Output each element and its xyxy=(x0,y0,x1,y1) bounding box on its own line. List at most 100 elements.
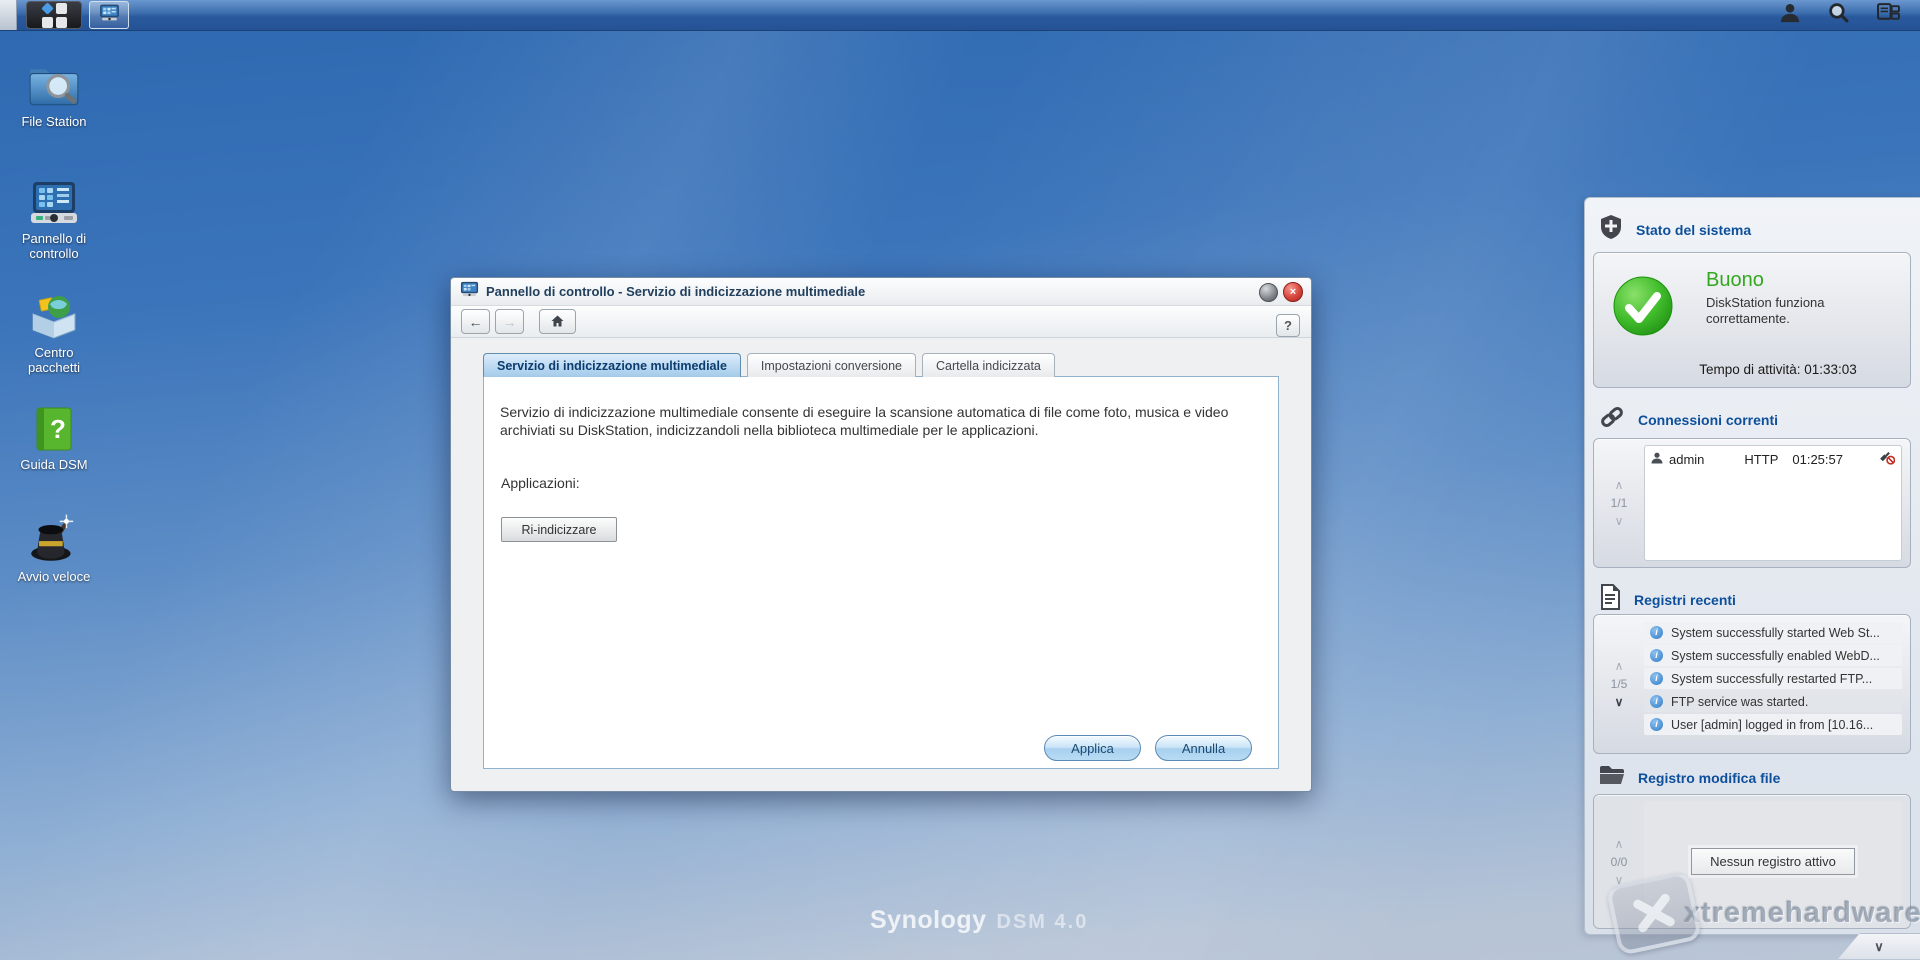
desktop-icon-file-station[interactable]: File Station xyxy=(0,55,108,130)
widget-title: Connessioni correnti xyxy=(1638,411,1779,428)
tab-indexed-folder[interactable]: Cartella indicizzata xyxy=(921,353,1055,377)
folder-icon xyxy=(1599,764,1625,791)
document-icon xyxy=(1599,584,1621,615)
svg-text:?: ? xyxy=(50,414,66,444)
desktop-icon-control-panel[interactable]: Pannello di controllo xyxy=(0,172,108,262)
desktop-icon-label: Pannello di controllo xyxy=(21,231,87,261)
widget-title: Registro modifica file xyxy=(1638,769,1781,786)
apply-button[interactable]: Applica xyxy=(1044,735,1141,761)
show-desktop-button[interactable] xyxy=(0,0,17,30)
connection-protocol: HTTP xyxy=(1744,451,1779,467)
home-button[interactable] xyxy=(539,309,576,334)
info-icon: i xyxy=(1650,626,1663,639)
page-down-icon[interactable]: ∨ xyxy=(1615,874,1624,886)
connection-row[interactable]: admin HTTP 01:25:57 xyxy=(1645,446,1901,472)
desktop-icon-package-center[interactable]: Centro pacchetti xyxy=(0,286,108,376)
file-log-box: ∧ 0/0 ∨ Nessun registro attivo xyxy=(1593,794,1911,929)
control-panel-icon xyxy=(0,172,108,228)
search-icon xyxy=(1828,2,1849,28)
log-text: System successfully started Web St... xyxy=(1671,625,1880,640)
reindex-button[interactable]: Ri-indicizzare xyxy=(501,517,617,542)
log-row[interactable]: i FTP service was started. xyxy=(1644,691,1902,712)
page-up-icon[interactable]: ∧ xyxy=(1615,660,1624,672)
taskbar-control-panel-button[interactable] xyxy=(89,1,129,29)
desktop-icon-quick-start[interactable]: Avvio veloce xyxy=(0,510,108,585)
desktop-icon-dsm-help[interactable]: ? Guida DSM xyxy=(0,398,108,473)
page-up-icon[interactable]: ∧ xyxy=(1615,838,1624,850)
window-toolbar: ← → xyxy=(451,306,1311,338)
connections-box: ∧ 1/1 ∨ admin HTTP 01:25:57 xyxy=(1593,438,1911,568)
connection-time: 01:25:57 xyxy=(1792,451,1843,467)
back-button[interactable]: ← xyxy=(461,309,490,334)
no-active-log-message: Nessun registro attivo xyxy=(1691,848,1855,875)
user-account-button[interactable] xyxy=(1780,3,1800,28)
cancel-button[interactable]: Annulla xyxy=(1155,735,1252,761)
window-title-icon xyxy=(460,281,479,302)
connections-pager: ∧ 1/1 ∨ xyxy=(1594,439,1644,567)
file-station-icon xyxy=(0,55,108,111)
log-text: FTP service was started. xyxy=(1671,694,1809,709)
info-icon: i xyxy=(1650,695,1663,708)
forward-button[interactable]: → xyxy=(495,309,524,334)
brand-name: Synology xyxy=(870,906,987,934)
file-log-pager: ∧ 0/0 ∨ xyxy=(1594,795,1644,928)
log-row[interactable]: i System successfully restarted FTP... xyxy=(1644,668,1902,689)
desktop-icon-label: Guida DSM xyxy=(20,457,88,472)
connection-user: admin xyxy=(1669,451,1705,467)
widget-title: Stato del sistema xyxy=(1636,221,1752,238)
pilot-view-button[interactable] xyxy=(1877,3,1900,27)
user-mini-icon xyxy=(1651,452,1663,467)
chevron-down-icon: ∨ xyxy=(1874,938,1884,954)
back-arrow-icon: ← xyxy=(468,313,483,330)
log-row[interactable]: i System successfully enabled WebD... xyxy=(1644,645,1902,666)
file-log-header: Registro modifica file xyxy=(1599,764,1780,791)
search-button[interactable] xyxy=(1828,2,1849,28)
desktop-icon-label: Centro pacchetti xyxy=(27,345,81,375)
window-titlebar[interactable]: Pannello di controllo - Servizio di indi… xyxy=(451,278,1311,306)
applications-label: Applicazioni: xyxy=(501,475,580,491)
log-text: User [admin] logged in from [10.16... xyxy=(1671,717,1874,732)
control-panel-mini-icon xyxy=(99,4,120,26)
taskbar xyxy=(0,0,1920,31)
tab-media-indexing-service[interactable]: Servizio di indicizzazione multimediale xyxy=(483,353,741,377)
recent-logs-box: ∧ 1/5 ∨ i System successfully started Web… xyxy=(1593,614,1911,754)
page-up-icon[interactable]: ∧ xyxy=(1615,479,1624,491)
service-description: Servizio di indicizzazione multimediale … xyxy=(500,404,1229,439)
main-menu-button[interactable] xyxy=(26,1,82,29)
page-down-icon[interactable]: ∨ xyxy=(1615,515,1624,527)
logs-pager: ∧ 1/5 ∨ xyxy=(1594,615,1644,753)
page-down-icon[interactable]: ∨ xyxy=(1615,696,1624,708)
minimize-button[interactable] xyxy=(1259,282,1278,302)
log-text: System successfully restarted FTP... xyxy=(1671,671,1873,686)
dsm-branding: Synology DSM 4.0 xyxy=(870,906,1088,935)
shield-icon xyxy=(1599,214,1623,245)
desktop-icon-label: File Station xyxy=(21,114,87,129)
main-menu-icon xyxy=(40,1,67,28)
status-description: DiskStation funziona correttamente. xyxy=(1706,295,1825,327)
forward-arrow-icon: → xyxy=(502,313,517,330)
quick-start-icon xyxy=(0,510,108,566)
connections-list: admin HTTP 01:25:57 xyxy=(1644,445,1902,561)
widget-panel: Stato del sistema Buono DiskStation funz… xyxy=(1584,197,1920,935)
log-row[interactable]: i User [admin] logged in from [10.16... xyxy=(1644,714,1902,735)
control-panel-window: Pannello di controllo - Servizio di indi… xyxy=(450,277,1312,792)
tab-label: Servizio di indicizzazione multimediale xyxy=(497,358,727,373)
pager-label: 0/0 xyxy=(1610,854,1628,869)
tab-conversion-settings[interactable]: Impostazioni conversione xyxy=(746,353,916,377)
widget-title: Registri recenti xyxy=(1634,591,1736,608)
tab-label: Cartella indicizzata xyxy=(935,358,1041,373)
brand-version: DSM 4.0 xyxy=(996,911,1089,933)
desktop-icon-label: Avvio veloce xyxy=(17,569,91,584)
chain-link-icon xyxy=(1599,404,1625,435)
recent-logs-header: Registri recenti xyxy=(1599,584,1736,615)
log-list: i System successfully started Web St... i… xyxy=(1644,622,1902,746)
log-row[interactable]: i System successfully started Web St... xyxy=(1644,622,1902,643)
help-button[interactable]: ? xyxy=(1276,314,1300,337)
system-status-header: Stato del sistema xyxy=(1599,214,1751,245)
panel-footer: Applica Annulla xyxy=(1044,735,1252,761)
disconnect-icon[interactable] xyxy=(1878,450,1896,468)
dsm-help-icon: ? xyxy=(0,398,108,454)
close-button[interactable]: × xyxy=(1283,282,1303,302)
tab-label: Impostazioni conversione xyxy=(760,358,902,373)
system-status-box: Buono DiskStation funziona correttamente… xyxy=(1593,252,1911,388)
